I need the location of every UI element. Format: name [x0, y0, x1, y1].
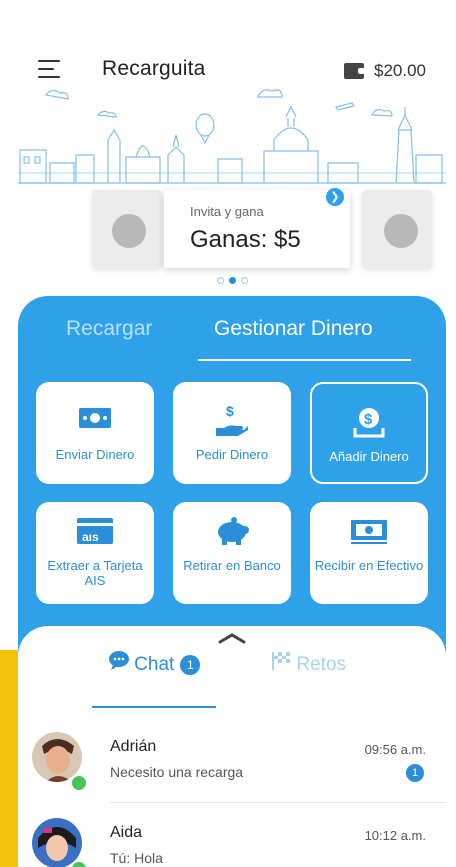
promo-card-next[interactable]	[362, 190, 432, 268]
chart-icon	[384, 214, 418, 248]
receive-cash-button[interactable]: Recibir en Efectivo	[310, 502, 428, 604]
last-message: Tú: Hola	[110, 850, 163, 866]
row-divider	[110, 802, 446, 803]
action-label: Pedir Dinero	[195, 447, 269, 462]
app-title: Recarguita	[102, 57, 206, 80]
request-money-button[interactable]: $ Pedir Dinero	[173, 382, 291, 484]
tab-chat[interactable]: Chat 1	[92, 648, 216, 676]
svg-text:aıs: aıs	[82, 530, 99, 544]
menu-icon[interactable]	[38, 60, 62, 80]
conversation-row[interactable]: Adrián Necesito una recarga 09:56 a.m. 1	[18, 724, 446, 796]
action-label: Retirar en Banco	[183, 558, 281, 573]
tab-gestionar-dinero[interactable]: Gestionar Dinero	[214, 317, 373, 341]
arrow-right-icon[interactable]: ❯	[326, 188, 344, 206]
carousel-dot-active[interactable]	[228, 277, 236, 284]
svg-text:$: $	[364, 411, 373, 428]
carousel-dot[interactable]	[240, 277, 248, 284]
action-label: Recibir en Efectivo	[314, 558, 424, 573]
chart-icon	[112, 214, 146, 248]
svg-text:$: $	[226, 404, 234, 419]
tab-retos-label: Retos	[296, 654, 347, 675]
page-edge-decoration	[0, 650, 18, 867]
tab-chat-label: Chat	[134, 654, 175, 675]
checkered-flag-icon	[271, 652, 290, 670]
carousel-indicator	[18, 277, 446, 284]
add-money-icon: $	[353, 408, 385, 438]
tab-underline	[198, 359, 411, 361]
promo-card-invite[interactable]: ❯ Invita y gana Ganas: $5	[164, 188, 350, 268]
chevron-up-icon[interactable]	[216, 632, 248, 644]
avatar	[32, 818, 82, 867]
ais-card-icon: aıs	[77, 518, 113, 544]
app-screen: Recarguita $20.00 ❯ Invita y gana Ganas:…	[18, 0, 446, 867]
action-label: Enviar Dinero	[55, 447, 135, 462]
chat-bubble-icon	[108, 651, 129, 670]
unread-count-badge: 1	[406, 764, 424, 782]
money-bill-icon	[79, 408, 111, 428]
send-money-button[interactable]: Enviar Dinero	[36, 382, 154, 484]
piggy-bank-icon	[218, 517, 249, 545]
chat-sheet: Chat 1 Retos Adrián Necesito una recarga…	[18, 626, 446, 867]
promo-carousel[interactable]: ❯ Invita y gana Ganas: $5	[18, 188, 446, 275]
conversation-row[interactable]: Aida Tú: Hola 10:12 a.m.	[18, 810, 446, 867]
contact-name: Adrián	[110, 738, 157, 755]
tab-chat-underline	[92, 706, 216, 708]
last-message: Necesito una recarga	[110, 764, 244, 780]
action-label: Añadir Dinero	[329, 449, 409, 464]
havana-skyline-illustration	[18, 89, 446, 184]
wallet-icon	[344, 63, 365, 79]
promo-subtitle: Invita y gana	[190, 204, 264, 219]
action-label: Extraer a Tarjeta AIS	[47, 558, 143, 588]
wallet-balance[interactable]: $20.00	[344, 61, 426, 81]
extract-ais-card-button[interactable]: aıs Extraer a Tarjeta AIS	[36, 502, 154, 604]
tab-retos[interactable]: Retos	[246, 648, 370, 676]
withdraw-bank-button[interactable]: Retirar en Banco	[173, 502, 291, 604]
tab-recargar[interactable]: Recargar	[66, 317, 152, 341]
contact-name: Aida	[110, 824, 143, 841]
carousel-dot[interactable]	[216, 277, 224, 284]
chat-unread-badge: 1	[180, 655, 201, 675]
message-time: 09:56 a.m.	[364, 742, 426, 757]
add-money-button[interactable]: $ Añadir Dinero	[310, 382, 428, 484]
hand-dollar-icon: $	[216, 404, 248, 436]
balance-amount: $20.00	[374, 61, 426, 80]
online-status-indicator	[70, 860, 88, 867]
promo-card-previous[interactable]	[92, 190, 162, 268]
cash-icon	[351, 520, 387, 544]
promo-headline: Ganas: $5	[190, 226, 301, 253]
message-time: 10:12 a.m.	[364, 828, 426, 843]
online-status-indicator	[70, 774, 88, 792]
